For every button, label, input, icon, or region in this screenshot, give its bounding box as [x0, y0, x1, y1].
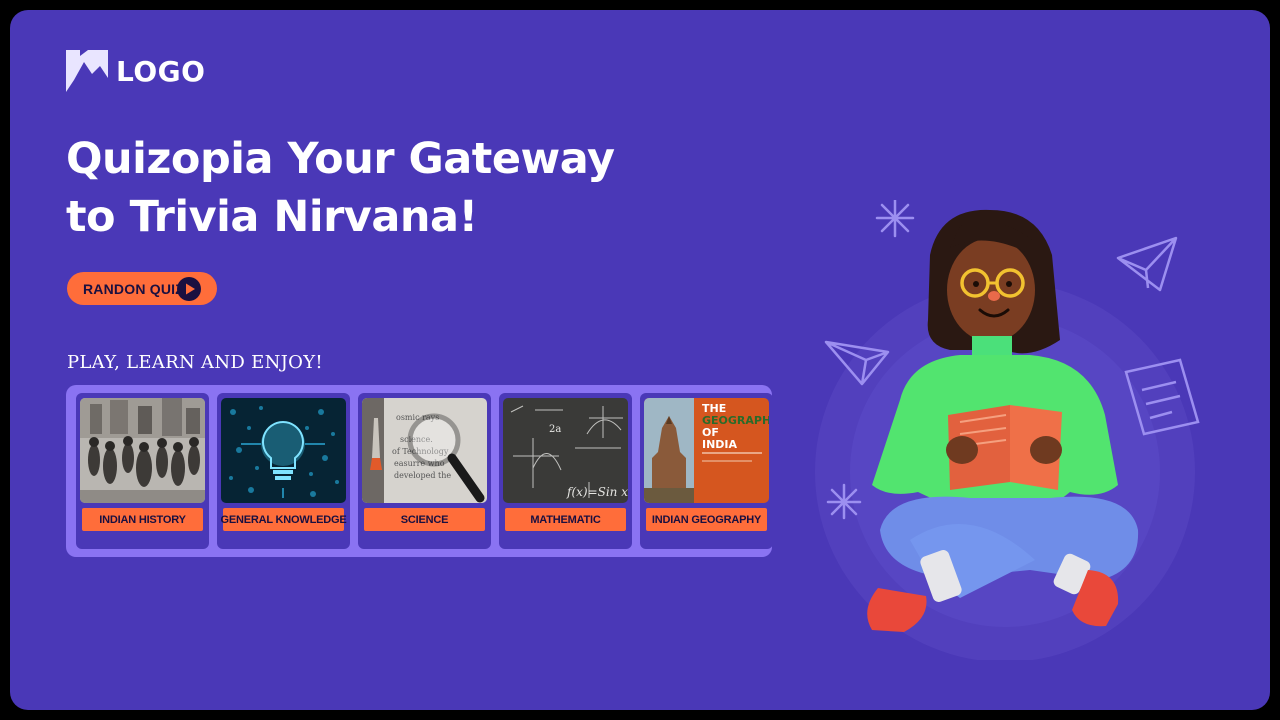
categories-heading: PLAY, LEARN AND ENJOY!: [67, 352, 323, 373]
category-image-indian-history: [80, 398, 205, 503]
category-label-science: SCIENCE: [364, 508, 485, 531]
logo-icon: [66, 50, 108, 92]
hero-banner: LOGO Quizopia Your Gateway to Trivia Nir…: [10, 10, 1270, 710]
logo-text: LOGO: [116, 54, 206, 88]
category-list: INDIAN HISTORY GENERAL KNOWLEDGE osmic r…: [66, 385, 773, 557]
sparkle-icon: [875, 200, 915, 238]
page-title: Quizopia Your Gateway to Trivia Nirvana!: [66, 130, 686, 246]
math-text-2a: 2a: [549, 424, 561, 435]
random-quiz-label: RANDON QUIZ: [83, 280, 184, 297]
category-image-indian-geography: THE GEOGRAPHY OF INDIA: [644, 398, 769, 503]
category-image-mathematic: 2a f(x)=Sin x: [503, 398, 628, 503]
sparkle-icon-2: [826, 483, 862, 520]
play-icon: [177, 277, 201, 301]
category-label-mathematic: MATHEMATIC: [505, 508, 626, 531]
headline-line-2: to Trivia Nirvana!: [66, 192, 478, 242]
math-text-sin: f(x)=Sin x: [566, 485, 628, 499]
category-image-science: osmic rays science. of Technology easurr…: [362, 398, 487, 503]
category-card-mathematic[interactable]: 2a f(x)=Sin x MATHEMATIC: [499, 393, 632, 549]
category-label-indian-history: INDIAN HISTORY: [82, 508, 203, 531]
category-image-general-knowledge: [221, 398, 346, 503]
category-label-indian-geography: INDIAN GEOGRAPHY: [646, 508, 767, 531]
science-text-line-5: developed the: [394, 471, 451, 480]
category-card-indian-history[interactable]: INDIAN HISTORY: [76, 393, 209, 549]
reading-girl-illustration: [815, 200, 1200, 660]
category-card-science[interactable]: osmic rays science. of Technology easurr…: [358, 393, 491, 549]
category-label-general-knowledge: GENERAL KNOWLEDGE: [221, 508, 347, 531]
random-quiz-button[interactable]: RANDON QUIZ: [67, 272, 217, 305]
geo-title-line-4: INDIA: [702, 438, 738, 451]
paper-plane-icon: [1116, 236, 1178, 292]
logo[interactable]: LOGO: [66, 50, 205, 92]
headline-line-1: Quizopia Your Gateway: [66, 134, 615, 184]
category-card-indian-geography[interactable]: THE GEOGRAPHY OF INDIA INDIAN GEOGRAPHY: [640, 393, 773, 549]
category-card-general-knowledge[interactable]: GENERAL KNOWLEDGE: [217, 393, 350, 549]
